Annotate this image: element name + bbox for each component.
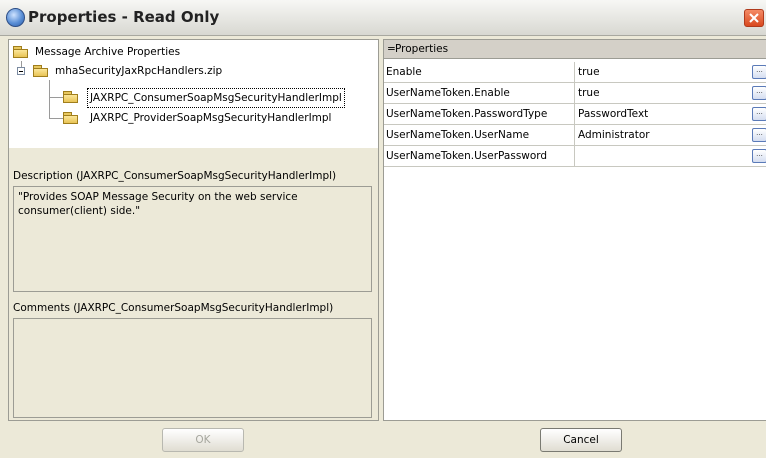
comments-label: Comments (JAXRPC_ConsumerSoapMsgSecurity… [13,302,334,314]
folder-icon [63,112,79,124]
ok-button[interactable]: OK [162,428,244,452]
property-value: Administrator [578,129,650,141]
archive-tree: Message Archive Properties mhaSecurityJa… [9,40,378,148]
tree-archive-label: mhaSecurityJaxRpcHandlers.zip [55,65,223,77]
ellipsis-button[interactable]: ... [752,65,766,79]
property-row-password-type[interactable]: UserNameToken.PasswordType PasswordText … [384,104,766,125]
tree-connector [49,80,50,118]
description-label: Description (JAXRPC_ConsumerSoapMsgSecur… [13,170,337,182]
property-name: UserNameToken.PasswordType [386,104,575,124]
ellipsis-button[interactable]: ... [752,128,766,142]
cancel-button[interactable]: Cancel [540,428,622,452]
property-name: UserNameToken.Enable [386,83,575,103]
property-name: UserNameToken.UserName [386,125,575,145]
dialog-footer: OK Cancel [0,421,766,458]
property-value: true [578,66,600,78]
tree-connector [49,118,63,119]
property-row-user-password[interactable]: UserNameToken.UserPassword ... [384,146,766,167]
property-row-enable[interactable]: Enable true ... [384,62,766,83]
left-panel: Message Archive Properties mhaSecurityJa… [8,39,379,421]
property-name: Enable [386,62,575,82]
property-row-username[interactable]: UserNameToken.UserName Administrator ... [384,125,766,146]
window-title: Properties - Read Only [28,8,220,26]
folder-icon [13,46,29,58]
description-text: "Provides SOAP Message Security on the w… [13,186,372,292]
ellipsis-button[interactable]: ... [752,86,766,100]
comments-text [13,318,372,418]
close-icon [749,13,759,23]
tree-item-label: JAXRPC_ConsumerSoapMsgSecurityHandlerImp… [87,88,345,108]
property-row-username-enable[interactable]: UserNameToken.Enable true ... [384,83,766,104]
ellipsis-button[interactable]: ... [752,107,766,121]
folder-icon [33,65,49,77]
close-button[interactable] [744,9,764,27]
property-sheet: = Properties Enable true ... UserNameTok… [383,39,766,421]
ellipsis-button[interactable]: ... [752,149,766,163]
details-panel: Description (JAXRPC_ConsumerSoapMsgSecur… [9,148,378,420]
collapse-icon[interactable] [17,67,25,75]
folder-icon [63,91,79,103]
properties-header[interactable]: = Properties [384,40,766,59]
property-value: PasswordText [578,108,649,120]
tree-item-label: JAXRPC_ProviderSoapMsgSecurityHandlerImp… [90,112,332,124]
properties-header-label: Properties [395,43,449,55]
tree-connector [49,97,63,98]
tree-root-label: Message Archive Properties [35,46,181,58]
property-name: UserNameToken.UserPassword [386,146,575,166]
app-globe-icon [6,8,25,27]
title-bar: Properties - Read Only [0,0,766,36]
property-value: true [578,87,600,99]
